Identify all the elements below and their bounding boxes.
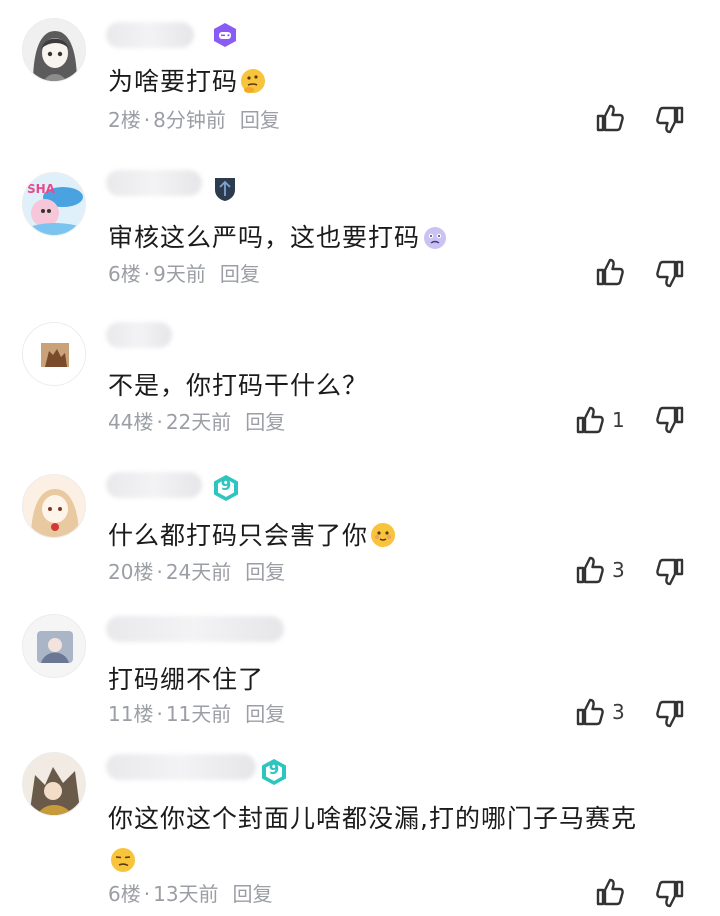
username-blurred[interactable] <box>106 472 202 498</box>
thumbs-down-icon <box>656 558 684 586</box>
thumbs-down-icon <box>656 406 684 434</box>
dislike-button[interactable] <box>654 878 686 910</box>
username-blurred[interactable] <box>106 22 194 48</box>
thumbs-up-icon <box>576 556 604 584</box>
comment-text: 什么都打码只会害了你 <box>108 516 396 552</box>
username-blurred[interactable] <box>106 322 172 348</box>
avatar[interactable] <box>22 614 86 678</box>
dislike-button[interactable] <box>654 104 686 136</box>
shield-badge-icon <box>212 176 238 206</box>
username-blurred[interactable] <box>106 754 256 780</box>
comment-text-content: 打码绷不住了 <box>108 665 265 694</box>
username-blurred[interactable] <box>106 616 284 642</box>
floor-label: 6楼 <box>108 262 141 286</box>
timestamp: 9天前 <box>153 262 206 286</box>
timestamp: 24天前 <box>165 560 232 584</box>
thumbs-up-icon <box>576 698 604 726</box>
reply-button[interactable]: 回复 <box>220 262 260 286</box>
avatar[interactable] <box>22 752 86 816</box>
comment-text-content: 为啥要打码 <box>108 67 239 96</box>
floor-label: 44楼 <box>108 410 154 434</box>
thumbs-up-icon <box>576 406 604 434</box>
avatar[interactable]: SHA <box>22 172 86 236</box>
timestamp: 22天前 <box>165 410 232 434</box>
timestamp: 8分钟前 <box>153 108 226 132</box>
thumbs-up-icon <box>596 878 624 906</box>
comment-meta: 6楼 · 9天前 回复 <box>108 258 260 287</box>
thumbs-down-icon <box>656 700 684 728</box>
level-badge: 9 <box>260 758 288 790</box>
comment-text: 审核这么严吗，这也要打码 <box>108 218 448 254</box>
thumbs-down-icon <box>656 106 684 134</box>
comment-meta: 20楼 · 24天前 回复 <box>108 556 285 585</box>
comment-meta: 2楼 · 8分钟前 回复 <box>108 104 280 133</box>
username-blurred[interactable] <box>106 170 202 196</box>
separator: · <box>156 410 163 434</box>
floor-label: 2楼 <box>108 108 141 132</box>
comment-text-content: 你这你这个封面儿啥都没漏,打的哪门子马赛克 <box>108 804 637 833</box>
reply-button[interactable]: 回复 <box>245 560 285 584</box>
thumbs-up-icon <box>596 258 624 286</box>
comment-meta: 6楼 · 13天前 回复 <box>108 878 273 907</box>
dislike-button[interactable] <box>654 556 686 588</box>
thinking-face-icon <box>240 68 266 94</box>
comment-text: 不是，你打码干什么？ <box>108 366 368 402</box>
thumbs-up-icon <box>596 104 624 132</box>
separator: · <box>156 702 163 726</box>
separator: · <box>156 560 163 584</box>
like-button[interactable] <box>594 876 632 908</box>
separator: · <box>143 882 151 906</box>
comment-text: 打码绷不住了 <box>108 660 264 696</box>
separator: · <box>143 262 151 286</box>
reply-button[interactable]: 回复 <box>240 108 280 132</box>
reply-button[interactable]: 回复 <box>245 410 285 434</box>
like-button[interactable] <box>594 102 632 134</box>
comment-text: 为啥要打码 <box>108 62 266 98</box>
like-button[interactable]: 3 <box>574 554 625 586</box>
thumbs-down-icon <box>656 880 684 908</box>
comment-text-content: 不是，你打码干什么？ <box>108 371 369 400</box>
like-button[interactable]: 3 <box>574 696 625 728</box>
avatar[interactable] <box>22 474 86 538</box>
like-count: 1 <box>612 408 625 432</box>
ghost-face-icon <box>422 224 448 250</box>
reply-button[interactable]: 回复 <box>233 882 273 906</box>
separator: · <box>143 108 151 132</box>
game-badge-icon <box>212 22 238 52</box>
thumbs-down-icon <box>656 260 684 288</box>
like-count: 3 <box>612 700 625 724</box>
smirking-face-icon <box>110 844 136 872</box>
timestamp: 11天前 <box>165 702 232 726</box>
floor-label: 6楼 <box>108 882 141 906</box>
comment-text-content: 审核这么严吗，这也要打码 <box>108 223 421 252</box>
comment-text-content: 什么都打码只会害了你 <box>108 521 369 550</box>
level-number: 9 <box>220 476 232 494</box>
like-count: 3 <box>612 558 625 582</box>
floor-label: 20楼 <box>108 560 154 584</box>
smiling-face-icon <box>370 522 396 548</box>
avatar[interactable] <box>22 18 86 82</box>
reply-button[interactable]: 回复 <box>245 702 285 726</box>
comment-text: 你这你这个封面儿啥都没漏,打的哪门子马赛克 <box>108 798 698 882</box>
like-button[interactable]: 1 <box>574 404 625 436</box>
dislike-button[interactable] <box>654 404 686 436</box>
comment-meta: 11楼 · 11天前 回复 <box>108 698 285 727</box>
svg-text:SHA: SHA <box>27 182 56 196</box>
floor-label: 11楼 <box>108 702 154 726</box>
level-badge: 9 <box>212 474 240 506</box>
dislike-button[interactable] <box>654 698 686 730</box>
timestamp: 13天前 <box>153 882 219 906</box>
level-number: 9 <box>268 760 280 778</box>
avatar[interactable] <box>22 322 86 386</box>
dislike-button[interactable] <box>654 258 686 290</box>
comment-meta: 44楼 · 22天前 回复 <box>108 406 285 435</box>
like-button[interactable] <box>594 256 632 288</box>
